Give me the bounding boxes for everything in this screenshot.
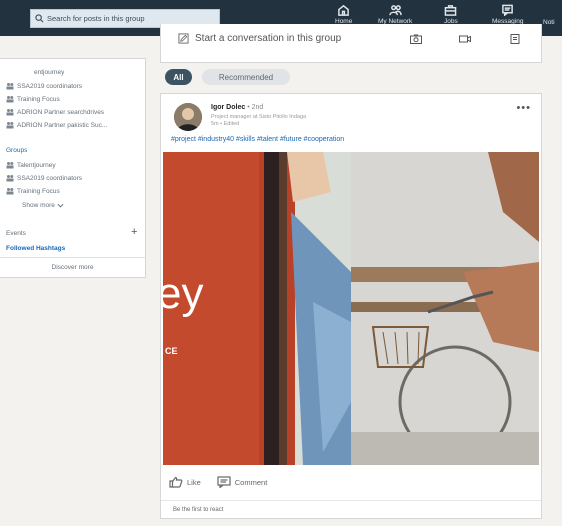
nav-notifications[interactable]: Noti xyxy=(543,19,555,26)
post-actions: Like Comment xyxy=(169,476,283,488)
author-headline: Project manager at Sisto Pitollo Indaga xyxy=(211,114,307,120)
tab-recommended[interactable]: Recommended xyxy=(202,69,290,85)
discover-more-link[interactable]: Discover more xyxy=(0,264,145,271)
nav-messaging[interactable]: Messaging xyxy=(492,4,523,25)
events-heading[interactable]: Events xyxy=(6,230,26,237)
start-conversation-prompt[interactable]: Start a conversation in this group xyxy=(178,33,341,44)
nav-notifications-label: Noti xyxy=(543,19,555,26)
more-options-icon[interactable]: ••• xyxy=(516,102,531,114)
sidebar-item-label: Talentjourney xyxy=(17,161,56,169)
search-icon xyxy=(35,14,44,23)
comment-label: Comment xyxy=(234,477,268,487)
post-card: Igor Dolec • 2nd Project manager at Sist… xyxy=(160,93,542,519)
nav-jobs[interactable]: Jobs xyxy=(444,4,458,25)
connection-degree: • 2nd xyxy=(247,104,264,111)
document-icon[interactable] xyxy=(509,34,521,44)
groups-heading[interactable]: Groups xyxy=(6,147,27,154)
post-image-graphic: ey CE xyxy=(163,152,539,465)
group-icon xyxy=(6,175,14,182)
sidebar-item-label: ADRION Partner searchdrives xyxy=(17,108,105,116)
chevron-down-icon xyxy=(57,203,64,208)
show-more-button[interactable]: Show more xyxy=(22,202,64,209)
group-icon xyxy=(6,109,14,116)
group-icon xyxy=(6,83,14,90)
like-button[interactable]: Like xyxy=(169,476,201,488)
group-icon xyxy=(6,188,14,195)
group-icon xyxy=(6,122,14,129)
messaging-icon xyxy=(502,4,514,16)
image-overlay-small-text: CE xyxy=(165,346,178,356)
group-icon xyxy=(6,96,14,103)
sidebar-header-partial: entjourney xyxy=(34,69,65,76)
nav-my-network[interactable]: My Network xyxy=(378,4,412,25)
comment-button[interactable]: Comment xyxy=(217,476,268,488)
home-icon xyxy=(338,4,350,16)
sidebar-divider xyxy=(0,257,145,258)
add-event-button[interactable]: + xyxy=(131,226,137,238)
sidebar-item-label: ADRION Partner pakistic Suc... xyxy=(17,121,108,129)
post-hashtags[interactable]: #project #industry40 #skills #talent #fu… xyxy=(171,136,344,143)
search-placeholder: Search for posts in this group xyxy=(47,14,145,23)
sidebar-item[interactable]: ADRION Partner pakistic Suc... xyxy=(6,121,107,129)
people-icon xyxy=(388,5,402,16)
nav-home[interactable]: Home xyxy=(335,4,352,25)
pencil-icon xyxy=(178,33,189,44)
sidebar-item[interactable]: Talentjourney xyxy=(6,161,56,169)
sidebar-item[interactable]: SSA2019 coordinators xyxy=(6,174,82,182)
camera-icon[interactable] xyxy=(410,34,422,44)
compose-box[interactable]: Start a conversation in this group xyxy=(160,24,542,63)
like-label: Like xyxy=(187,477,201,487)
group-icon xyxy=(6,162,14,169)
sidebar-item-label: SSA2019 coordinators xyxy=(17,174,83,182)
post-meta: 5m • Edited xyxy=(211,121,240,127)
feed-filter-tabs: All Recommended xyxy=(165,69,290,85)
sidebar-item[interactable]: ADRION Partner searchdrives xyxy=(6,108,104,116)
post-image[interactable]: ey CE xyxy=(163,152,539,465)
reaction-prompt: Be the first to react xyxy=(161,500,541,513)
followed-hashtags-link[interactable]: Followed Hashtags xyxy=(6,245,65,252)
video-icon[interactable] xyxy=(459,34,471,44)
sidebar-item[interactable]: SSA2019 coordinators xyxy=(6,82,82,90)
image-overlay-large-text: ey xyxy=(163,269,203,318)
thumbs-up-icon xyxy=(169,476,183,488)
sidebar-item-label: SSA2019 coordinators xyxy=(17,82,83,90)
briefcase-icon xyxy=(445,5,457,16)
sidebar-item-label: Training Focus xyxy=(17,187,60,195)
show-more-label: Show more xyxy=(22,202,55,209)
tab-all[interactable]: All xyxy=(165,69,192,85)
sidebar-item[interactable]: Training Focus xyxy=(6,187,60,195)
sidebar-item[interactable]: Training Focus xyxy=(6,95,60,103)
post-author[interactable]: Igor Dolec • 2nd xyxy=(211,104,263,111)
author-name: Igor Dolec xyxy=(211,104,246,111)
avatar[interactable] xyxy=(174,103,202,131)
compose-prompt-label: Start a conversation in this group xyxy=(195,33,342,44)
avatar-portrait xyxy=(174,103,202,131)
comment-icon xyxy=(217,476,231,488)
group-sidebar: entjourney SSA2019 coordinators Training… xyxy=(0,58,146,278)
sidebar-item-label: Training Focus xyxy=(17,95,60,103)
